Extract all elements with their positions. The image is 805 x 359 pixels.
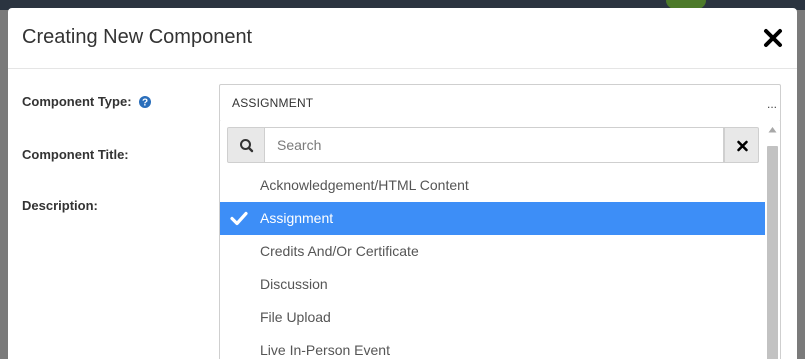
background-left-edge [0, 10, 8, 359]
option-assignment[interactable]: Assignment [220, 202, 765, 235]
question-circle-icon[interactable]: ? [139, 95, 152, 108]
close-button[interactable] [762, 27, 784, 49]
svg-text:?: ? [142, 97, 148, 108]
select-value: ASSIGNMENT [232, 96, 314, 110]
check-icon [230, 211, 248, 226]
modal-title: Creating New Component [22, 26, 253, 48]
background-right-edge [797, 10, 805, 359]
option-credits[interactable]: Credits And/Or Certificate [220, 235, 765, 268]
option-label: Discussion [260, 276, 328, 292]
dropdown-scrollbar[interactable] [765, 126, 779, 359]
clear-search-button[interactable] [724, 127, 759, 163]
option-label: Acknowledgement/HTML Content [260, 177, 469, 193]
search-row [227, 127, 759, 163]
select-dots: ... [766, 97, 777, 111]
option-label: Credits And/Or Certificate [260, 243, 419, 259]
component-type-label: Component Type: ? [22, 94, 152, 109]
scroll-up-arrow-icon[interactable] [768, 126, 777, 134]
close-icon [764, 29, 782, 47]
option-live-in-person-event[interactable]: Live In-Person Event [220, 334, 765, 359]
description-label: Description: [22, 198, 98, 213]
create-component-modal: Creating New Component Component Type: ?… [8, 8, 797, 359]
search-addon [227, 127, 265, 163]
option-file-upload[interactable]: File Upload [220, 301, 765, 334]
option-acknowledgement[interactable]: Acknowledgement/HTML Content [220, 169, 765, 202]
option-label: Assignment [260, 210, 334, 226]
component-type-label-text: Component Type: [22, 94, 132, 109]
component-type-dropdown: Acknowledgement/HTML Content Assignment … [219, 121, 781, 359]
component-title-label: Component Title: [22, 147, 129, 162]
search-icon [240, 139, 254, 153]
clear-icon [737, 140, 748, 152]
option-label: Live In-Person Event [260, 342, 390, 358]
scrollbar-thumb[interactable] [767, 146, 778, 359]
options-list: Acknowledgement/HTML Content Assignment … [220, 169, 765, 359]
component-type-select[interactable]: ASSIGNMENT ... [219, 84, 781, 122]
option-label: File Upload [260, 309, 331, 325]
search-input[interactable] [264, 127, 724, 163]
option-discussion[interactable]: Discussion [220, 268, 765, 301]
modal-header: Creating New Component [8, 8, 797, 69]
